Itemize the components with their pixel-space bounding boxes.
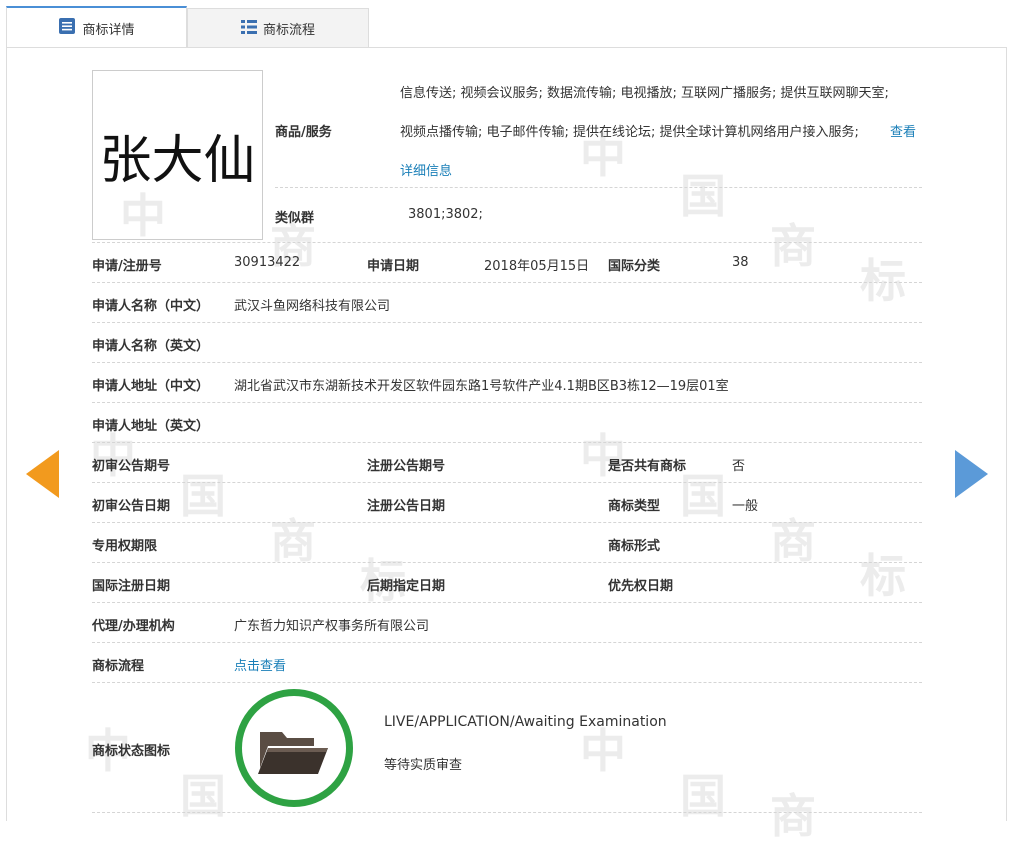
divider <box>92 442 922 443</box>
divider <box>92 322 922 323</box>
goods-services-line1: 信息传送; 视频会议服务; 数据流传输; 电视播放; 互联网广播服务; 提供互联… <box>400 86 889 101</box>
status-icon-label: 商标状态图标 <box>92 744 171 759</box>
apply-date-label: 申请日期 <box>367 259 420 274</box>
goods-services-line2: 视频点播传输; 电子邮件传输; 提供在线论坛; 提供全球计算机网络用户接入服务; <box>400 125 859 140</box>
applicant-en-label: 申请人名称（英文） <box>92 339 210 354</box>
status-cn: 等待实质审查 <box>384 758 463 773</box>
intl-class-value: 38 <box>732 255 749 270</box>
reg-issue-label: 注册公告期号 <box>367 459 446 474</box>
agent-value: 广东哲力知识产权事务所有限公司 <box>234 619 430 634</box>
view-details-link-cont[interactable]: 详细信息 <box>400 160 452 179</box>
status-en: LIVE/APPLICATION/Awaiting Examination <box>384 714 667 730</box>
address-en-label: 申请人地址（英文） <box>92 419 210 434</box>
tab-bar: 商标详情 商标流程 <box>6 6 1007 48</box>
later-design-date-label: 后期指定日期 <box>367 579 446 594</box>
intl-class-label: 国际分类 <box>608 259 661 274</box>
divider <box>92 642 922 643</box>
divider <box>92 482 922 483</box>
address-cn-value: 湖北省武汉市东湖新技术开发区软件园东路1号软件产业4.1期B区B3栋12—19层… <box>234 379 729 394</box>
tab-label: 商标流程 <box>262 23 315 38</box>
apply-date-value: 2018年05月15日 <box>484 259 590 274</box>
process-view-link[interactable]: 点击查看 <box>234 655 286 674</box>
tab-trademark-details[interactable]: 商标详情 <box>6 6 187 48</box>
applicant-cn-value: 武汉斗鱼网络科技有限公司 <box>234 299 391 314</box>
divider <box>92 402 922 403</box>
tm-type-label: 商标类型 <box>608 499 661 514</box>
exclusive-period-label: 专用权期限 <box>92 539 158 554</box>
reg-date-label: 注册公告日期 <box>367 499 446 514</box>
similar-group-label: 类似群 <box>275 211 315 226</box>
similar-group-value: 3801;3802; <box>408 207 483 222</box>
previous-arrow-icon[interactable] <box>26 450 59 498</box>
intl-reg-date-label: 国际注册日期 <box>92 579 171 594</box>
prelim-date-label: 初审公告日期 <box>92 499 171 514</box>
next-arrow-icon[interactable] <box>955 450 988 498</box>
applicant-cn-label: 申请人名称（中文） <box>92 299 210 314</box>
divider <box>92 682 922 683</box>
trademark-image: 张大仙 <box>92 70 263 240</box>
shared-value: 否 <box>732 459 746 474</box>
tm-form-label: 商标形式 <box>608 539 661 554</box>
prelim-issue-label: 初审公告期号 <box>92 459 171 474</box>
trademark-image-text: 张大仙 <box>99 130 256 191</box>
folder-icon <box>258 732 328 774</box>
address-cn-label: 申请人地址（中文） <box>92 379 210 394</box>
divider <box>92 562 922 563</box>
divider <box>92 522 922 523</box>
divider <box>275 187 922 188</box>
tab-trademark-process[interactable]: 商标流程 <box>187 8 369 48</box>
divider <box>92 362 922 363</box>
view-details-link[interactable]: 查看 <box>890 121 916 140</box>
process-label: 商标流程 <box>92 659 145 674</box>
reg-no-value: 30913422 <box>234 255 301 270</box>
divider <box>92 602 922 603</box>
document-list-icon <box>58 17 76 39</box>
divider <box>92 242 922 243</box>
divider <box>92 812 922 813</box>
priority-date-label: 优先权日期 <box>608 579 674 594</box>
divider <box>92 282 922 283</box>
tm-type-value: 一般 <box>732 499 759 514</box>
status-icon <box>235 689 353 807</box>
tab-label: 商标详情 <box>82 22 135 38</box>
shared-label: 是否共有商标 <box>608 459 687 474</box>
grid-list-icon <box>240 19 257 39</box>
reg-no-label: 申请/注册号 <box>92 259 162 274</box>
goods-services-label: 商品/服务 <box>275 125 332 140</box>
agent-label: 代理/办理机构 <box>92 619 175 634</box>
